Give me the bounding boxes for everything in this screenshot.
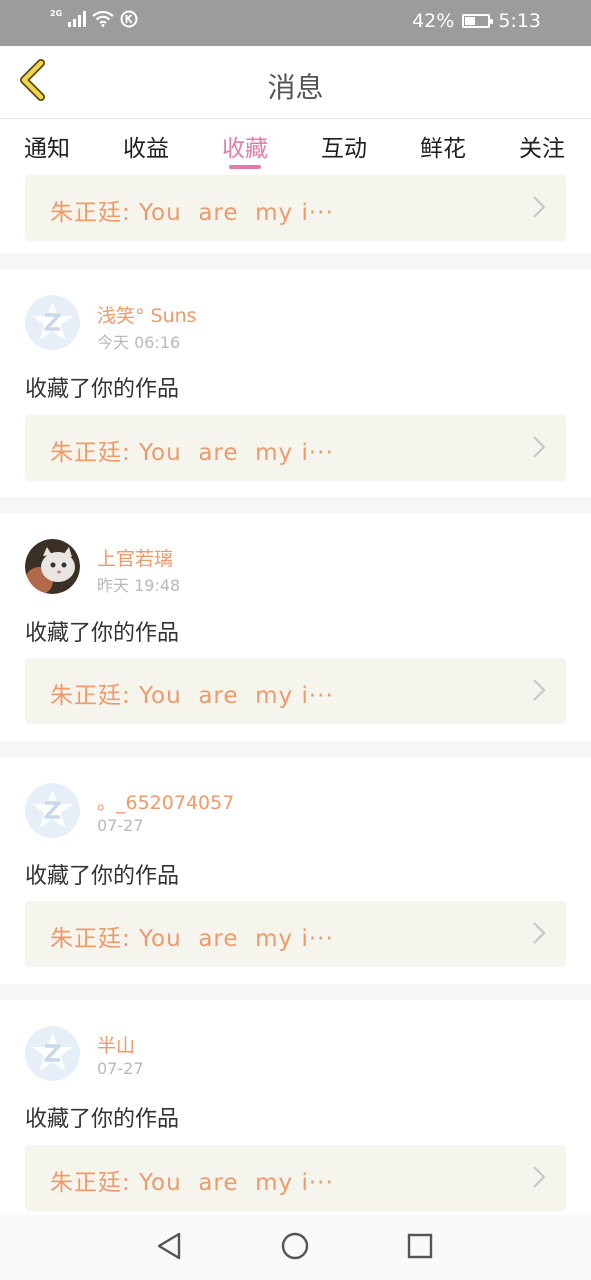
username[interactable]: 半山: [97, 1031, 135, 1058]
tab-earnings[interactable]: 收益: [123, 129, 169, 163]
work-reference-card[interactable]: 朱正廷: You are my i···: [25, 658, 566, 724]
page-title: 消息: [267, 71, 324, 104]
chevron-right-icon: [532, 678, 546, 706]
tab-favorites[interactable]: 收藏: [222, 129, 268, 163]
default-avatar-icon: [25, 783, 80, 838]
status-bar: 2G 42% 5:13: [0, 0, 591, 46]
chevron-right-icon: [532, 435, 546, 463]
work-reference-text: 朱正廷: You are my i···: [50, 926, 334, 952]
default-avatar-icon: [25, 1026, 80, 1081]
divider: [0, 497, 591, 513]
tab-interactions[interactable]: 互动: [321, 129, 367, 163]
action-text: 收藏了你的作品: [25, 377, 180, 402]
username[interactable]: 上官若璃: [97, 544, 173, 571]
header: 消息: [0, 46, 591, 119]
action-text: 收藏了你的作品: [25, 1107, 180, 1132]
timestamp: 今天 06:16: [97, 333, 181, 352]
triangle-back-icon: [155, 1231, 183, 1265]
screen: 2G 42% 5:13 消息 通知 收益 收藏 互动 鲜花 关注 朱正廷: Yo…: [0, 0, 591, 1280]
work-reference-text: 朱正廷: You are my i···: [50, 200, 334, 226]
work-reference-text: 朱正廷: You are my i···: [50, 683, 334, 709]
action-text: 收藏了你的作品: [25, 621, 180, 646]
system-nav-bar: [0, 1215, 591, 1280]
tab-active-indicator: [229, 165, 261, 169]
avatar[interactable]: [25, 295, 80, 350]
status-right: 42% 5:13: [412, 10, 541, 32]
chevron-right-icon: [532, 195, 546, 223]
tab-notifications[interactable]: 通知: [24, 129, 70, 163]
status-left: 2G: [50, 8, 138, 32]
chevron-right-icon: [532, 1165, 546, 1193]
clock: 5:13: [498, 10, 541, 32]
timestamp: 07-27: [97, 1059, 144, 1078]
message-feed[interactable]: 朱正廷: You are my i··· 浅笑° Suns 今天 06:16 收…: [0, 175, 591, 1215]
tab-bar: 通知 收益 收藏 互动 鲜花 关注: [0, 119, 591, 174]
tab-follows[interactable]: 关注: [519, 129, 565, 163]
avatar[interactable]: [25, 1026, 80, 1081]
k-circle-icon: [120, 10, 138, 32]
battery-percent: 42%: [412, 10, 455, 32]
battery-icon: [462, 14, 494, 28]
avatar[interactable]: [25, 539, 80, 594]
nav-recents-button[interactable]: [403, 1231, 437, 1265]
network-type: 2G: [50, 8, 63, 18]
work-reference-card[interactable]: 朱正廷: You are my i···: [25, 901, 566, 967]
username[interactable]: 浅笑° Suns: [97, 301, 197, 328]
work-reference-text: 朱正廷: You are my i···: [50, 440, 334, 466]
divider: [0, 254, 591, 270]
avatar[interactable]: [25, 783, 80, 838]
chevron-right-icon: [532, 921, 546, 949]
photo-avatar-icon: [25, 539, 80, 594]
action-text: 收藏了你的作品: [25, 864, 180, 889]
divider: [0, 741, 591, 757]
work-reference-card[interactable]: 朱正廷: You are my i···: [25, 1145, 566, 1211]
work-reference-card[interactable]: 朱正廷: You are my i···: [25, 175, 566, 241]
signal-icon: [68, 11, 87, 31]
divider: [0, 984, 591, 1000]
timestamp: 昨天 19:48: [97, 576, 181, 595]
default-avatar-icon: [25, 295, 80, 350]
wifi-icon: [92, 10, 114, 31]
work-reference-text: 朱正廷: You are my i···: [50, 1170, 334, 1196]
timestamp: 07-27: [97, 816, 144, 835]
nav-home-button[interactable]: [278, 1231, 312, 1265]
nav-back-button[interactable]: [152, 1231, 186, 1265]
square-recents-icon: [406, 1232, 434, 1264]
tab-flowers[interactable]: 鲜花: [420, 129, 466, 163]
username[interactable]: 。_652074057: [97, 788, 234, 815]
work-reference-card[interactable]: 朱正廷: You are my i···: [25, 415, 566, 481]
circle-home-icon: [280, 1231, 310, 1265]
